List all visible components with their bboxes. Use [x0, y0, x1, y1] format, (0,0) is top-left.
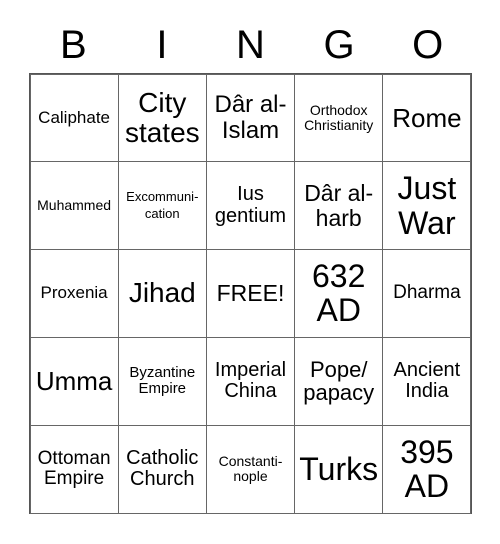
cell-text: Muhammed: [37, 197, 112, 214]
header-letter-o: O: [412, 23, 444, 67]
bingo-cell[interactable]: Muhammed: [29, 161, 119, 251]
bingo-cell[interactable]: Constanti-nople: [205, 424, 296, 514]
bingo-cell[interactable]: Rome: [382, 73, 472, 163]
header-letter-n: N: [236, 23, 265, 67]
bingo-cell[interactable]: Catholic Church: [117, 424, 207, 514]
bingo-cell[interactable]: Turks: [294, 424, 384, 514]
cell-text: Umma: [35, 366, 113, 397]
cell-text: Catholic Church: [126, 446, 199, 491]
cell-text: Byzantine Empire: [129, 364, 196, 398]
bingo-cell[interactable]: Jihad: [117, 249, 207, 338]
bingo-cell[interactable]: Ancient India: [382, 336, 472, 426]
bingo-cell[interactable]: Dâr al-harb: [294, 161, 384, 251]
cell-text: 395 AD: [400, 433, 454, 505]
cell-text: Ancient India: [393, 358, 461, 403]
cell-text: Jihad: [128, 277, 196, 309]
bingo-cell[interactable]: Dharma: [382, 249, 472, 338]
cell-text: Ius gentium: [214, 183, 287, 227]
cell-text: Dâr al- Islam: [214, 90, 287, 144]
bingo-cell[interactable]: Orthodox Christianity: [294, 73, 384, 163]
free-space[interactable]: FREE!: [205, 249, 296, 338]
bingo-cell[interactable]: Ottoman Empire: [29, 424, 119, 514]
cell-text: Orthodox Christianity: [304, 101, 374, 133]
cell-text: Rome: [392, 102, 462, 133]
cell-text: Proxenia: [40, 283, 108, 303]
bingo-cell[interactable]: Just War: [382, 161, 472, 251]
bingo-header: B I N G O: [29, 20, 472, 70]
cell-text: Imperial China: [214, 358, 287, 403]
cell-text: Ottoman Empire: [37, 447, 111, 490]
cell-text: Just War: [397, 170, 457, 241]
cell-text: 632 AD: [312, 257, 366, 329]
cell-text: Dâr al-harb: [304, 179, 374, 231]
bingo-cell[interactable]: 632 AD: [294, 249, 384, 338]
bingo-cell[interactable]: City states: [117, 73, 207, 163]
cell-text: City states: [124, 86, 200, 148]
cell-text: Constanti-nople: [218, 452, 283, 485]
bingo-cell[interactable]: 395 AD: [382, 424, 472, 514]
cell-text: Pope/papacy: [303, 356, 375, 406]
header-letter-i: I: [156, 23, 168, 67]
cell-text: Excommuni-cation: [126, 189, 199, 221]
bingo-cell[interactable]: Pope/papacy: [294, 336, 384, 426]
cell-text: FREE!: [216, 280, 285, 307]
bingo-cell[interactable]: Imperial China: [205, 336, 296, 426]
cell-text: Turks: [299, 450, 379, 487]
bingo-cell[interactable]: Proxenia: [29, 249, 119, 338]
cell-text: Caliphate: [38, 107, 110, 127]
bingo-cell[interactable]: Dâr al- Islam: [205, 73, 296, 163]
bingo-cell[interactable]: Caliphate: [29, 73, 119, 163]
cell-text: Dharma: [393, 282, 461, 304]
bingo-cell[interactable]: Byzantine Empire: [117, 336, 207, 426]
bingo-cell[interactable]: Umma: [29, 336, 119, 426]
header-letter-b: B: [59, 23, 87, 67]
header-letter-g: G: [323, 23, 355, 67]
bingo-cell[interactable]: Ius gentium: [205, 161, 296, 251]
bingo-grid: Caliphate City states Dâr al- Islam Orthod…: [29, 73, 472, 514]
bingo-cell[interactable]: Excommuni-cation: [117, 161, 207, 251]
